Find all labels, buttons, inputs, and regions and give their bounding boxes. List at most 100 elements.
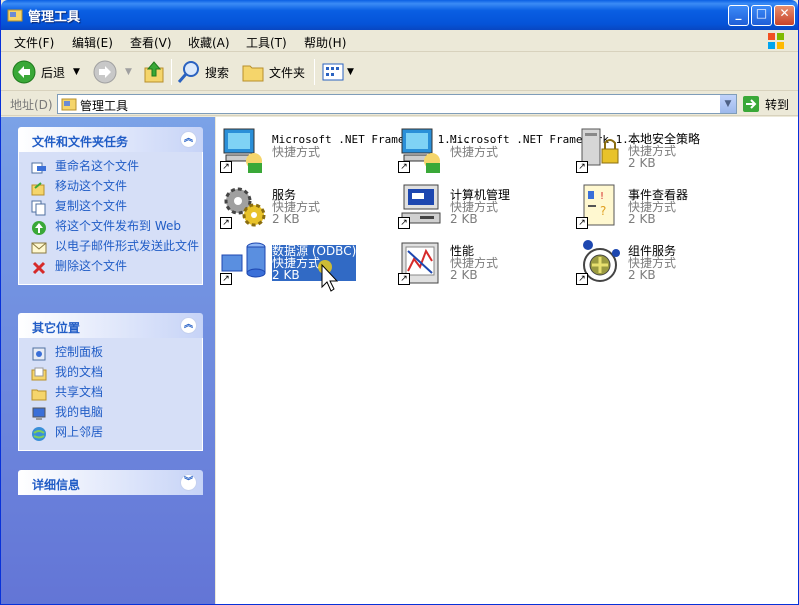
menu-file[interactable]: 文件(F) <box>14 34 54 51</box>
window-title: 管理工具 <box>28 10 81 25</box>
place-my-documents[interactable]: 我的文档 <box>19 364 202 384</box>
file-tasks-header[interactable]: 文件和文件夹任务 ︽ <box>18 127 203 152</box>
other-places-list: 控制面板 我的文档 共享文档 我的电脑 网上邻居 <box>18 338 203 451</box>
details-panel: 详细信息 ︾ <box>18 470 203 495</box>
task-publish-web[interactable]: 将这个文件发布到 Web <box>19 218 202 238</box>
folders-label: 文件夹 <box>269 65 306 80</box>
views-button[interactable]: ▼ <box>321 59 354 85</box>
file-type: 快捷方式 <box>272 145 321 159</box>
task-rename-label: 重命名这个文件 <box>55 159 140 173</box>
back-label: 后退 <box>41 65 66 80</box>
up-folder-button[interactable] <box>143 59 165 85</box>
file-item[interactable]: ↗ 服务 快捷方式 2 KB <box>216 179 386 231</box>
admin-tools-folder-icon <box>61 98 77 111</box>
file-size: 2 KB <box>628 156 656 170</box>
place-network-label: 网上邻居 <box>55 425 104 439</box>
admin-tools-folder-icon <box>7 9 23 22</box>
place-my-computer[interactable]: 我的电脑 <box>19 404 202 424</box>
address-dropdown-icon[interactable]: ▼ <box>719 95 736 113</box>
expand-icon[interactable]: ︾ <box>180 474 197 491</box>
svg-text:?: ? <box>600 204 606 218</box>
menu-bar: 文件(F) 编辑(E) 查看(V) 收藏(A) 工具(T) 帮助(H) <box>1 30 798 52</box>
folders-button[interactable]: 文件夹 <box>241 59 305 85</box>
shortcut-arrow-icon: ↗ <box>220 161 232 173</box>
file-item[interactable]: ↗ 本地安全策略 快捷方式 2 KB <box>572 123 742 175</box>
file-tasks-title: 文件和文件夹任务 <box>32 135 129 149</box>
file-size: 2 KB <box>450 212 478 226</box>
shortcut-arrow-icon: ↗ <box>398 161 410 173</box>
file-item[interactable]: ↗ Microsoft .NET Framework 1.... 快捷方式 <box>394 123 649 175</box>
file-label: 计算机管理 快捷方式 2 KB <box>450 189 510 225</box>
maximize-button[interactable]: □ <box>751 5 772 26</box>
file-item[interactable]: ↗ Microsoft .NET Framework 1.... 快捷方式 <box>216 123 471 175</box>
details-title: 详细信息 <box>32 478 81 492</box>
task-move[interactable]: 移动这个文件 <box>19 178 202 198</box>
my-documents-icon <box>31 367 47 381</box>
go-button[interactable]: 转到 <box>742 94 789 114</box>
file-label: 性能 快捷方式 2 KB <box>450 245 498 281</box>
menu-tools[interactable]: 工具(T) <box>246 34 287 51</box>
file-type: 快捷方式 <box>450 145 499 159</box>
menu-favorites[interactable]: 收藏(A) <box>188 34 230 51</box>
file-list: ↗ Microsoft .NET Framework 1.... 快捷方式 ↗ M… <box>216 117 798 604</box>
copy-icon <box>31 200 46 216</box>
address-bar: 地址(D) 管理工具 ▼ 转到 <box>1 92 798 116</box>
place-network[interactable]: 网上邻居 <box>19 424 202 444</box>
place-shared-documents[interactable]: 共享文档 <box>19 384 202 404</box>
minimize-button[interactable]: _ <box>728 5 749 26</box>
file-item[interactable]: !? ↗ 事件查看器 快捷方式 2 KB <box>572 179 742 231</box>
menu-help[interactable]: 帮助(H) <box>304 34 346 51</box>
back-dropdown-icon[interactable]: ▼ <box>73 67 80 77</box>
file-item-selected[interactable]: ↗ 数据源 (ODBC) 快捷方式 2 KB <box>216 235 386 287</box>
file-label: 数据源 (ODBC) 快捷方式 2 KB <box>272 245 357 282</box>
forward-button[interactable]: ▼ <box>93 59 132 85</box>
task-email[interactable]: 以电子邮件形式发送此文件 <box>19 238 202 258</box>
shortcut-arrow-icon: ↗ <box>576 273 588 285</box>
search-icon <box>177 61 199 83</box>
move-icon <box>31 182 45 196</box>
shortcut-arrow-icon: ↗ <box>576 161 588 173</box>
close-icon: ✕ <box>779 6 790 20</box>
file-tasks-panel: 文件和文件夹任务 ︽ 重命名这个文件 移动这个文件 复制这个文件 将这个文件发布… <box>18 127 203 285</box>
address-input[interactable]: 管理工具 ▼ <box>57 94 737 114</box>
file-item[interactable]: ↗ 性能 快捷方式 2 KB <box>394 235 564 287</box>
folders-icon <box>242 65 264 82</box>
file-item[interactable]: ↗ 组件服务 快捷方式 2 KB <box>572 235 742 287</box>
publish-web-icon <box>32 221 46 235</box>
task-delete[interactable]: 删除这个文件 <box>19 258 202 278</box>
collapse-icon[interactable]: ︽ <box>180 131 197 148</box>
shortcut-arrow-icon: ↗ <box>220 273 232 285</box>
place-my-documents-label: 我的文档 <box>55 365 104 379</box>
other-places-panel: 其它位置 ︽ 控制面板 我的文档 共享文档 我的电脑 网上邻居 <box>18 313 203 451</box>
task-delete-label: 删除这个文件 <box>55 259 128 273</box>
forward-dropdown-icon[interactable]: ▼ <box>125 67 132 77</box>
file-item[interactable]: ↗ 计算机管理 快捷方式 2 KB <box>394 179 564 231</box>
file-label: 组件服务 快捷方式 2 KB <box>628 245 676 281</box>
title-bar[interactable]: 管理工具 _ □ ✕ <box>1 0 798 30</box>
svg-text:!: ! <box>600 191 604 202</box>
shortcut-arrow-icon: ↗ <box>398 273 410 285</box>
shortcut-arrow-icon: ↗ <box>398 217 410 229</box>
menu-view[interactable]: 查看(V) <box>130 34 172 51</box>
place-control-panel[interactable]: 控制面板 <box>19 344 202 364</box>
rename-icon <box>31 162 46 174</box>
go-label: 转到 <box>765 97 790 112</box>
task-pane: 文件和文件夹任务 ︽ 重命名这个文件 移动这个文件 复制这个文件 将这个文件发布… <box>1 117 215 604</box>
details-header[interactable]: 详细信息 ︾ <box>18 470 203 495</box>
close-button[interactable]: ✕ <box>774 5 795 26</box>
menu-edit[interactable]: 编辑(E) <box>72 34 113 51</box>
task-copy[interactable]: 复制这个文件 <box>19 198 202 218</box>
file-label: 事件查看器 快捷方式 2 KB <box>628 189 688 225</box>
task-rename[interactable]: 重命名这个文件 <box>19 158 202 178</box>
search-label: 搜索 <box>205 65 230 80</box>
place-my-computer-label: 我的电脑 <box>55 405 104 419</box>
collapse-icon[interactable]: ︽ <box>180 317 197 334</box>
network-places-icon <box>32 427 46 441</box>
views-dropdown-icon: ▼ <box>347 67 354 77</box>
task-publish-web-label: 将这个文件发布到 Web <box>55 219 181 233</box>
place-control-panel-label: 控制面板 <box>55 345 104 359</box>
file-size: 2 KB <box>272 268 300 282</box>
back-button[interactable]: 后退 ▼ <box>12 59 80 85</box>
other-places-header[interactable]: 其它位置 ︽ <box>18 313 203 338</box>
search-button[interactable]: 搜索 <box>177 59 229 85</box>
